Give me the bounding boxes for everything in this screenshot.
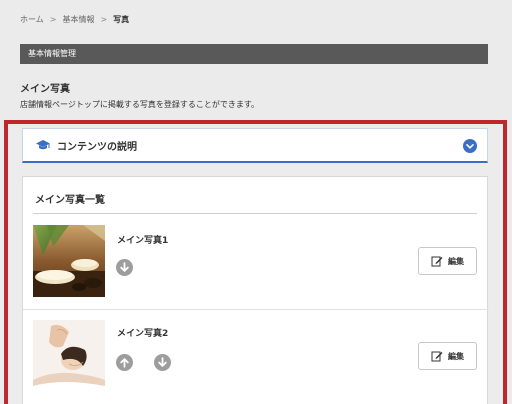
- photo-thumbnail: [33, 320, 105, 392]
- edit-icon: [431, 256, 443, 267]
- photo-row: メイン写真1 編集: [23, 219, 489, 311]
- breadcrumb-basic-info[interactable]: 基本情報: [62, 15, 94, 24]
- photo-row: メイン写真2 編集: [23, 309, 489, 401]
- breadcrumb-current: 写真: [113, 15, 130, 24]
- photo-name: メイン写真2: [117, 329, 169, 339]
- photo-list-panel: メイン写真一覧 メイン写真1 編集 メイン写真2 編集: [22, 176, 489, 404]
- chevron-down-icon[interactable]: [463, 139, 477, 153]
- breadcrumb-separator: >: [100, 15, 108, 24]
- graduation-cap-icon: [36, 140, 50, 150]
- accordion-label: コンテンツの説明: [57, 141, 137, 153]
- edit-button-label: 編集: [448, 351, 464, 361]
- breadcrumb-separator: >: [49, 15, 57, 24]
- edit-button-label: 編集: [448, 256, 464, 266]
- move-up-button[interactable]: [116, 354, 133, 371]
- edit-button[interactable]: 編集: [418, 247, 477, 275]
- content-description-accordion[interactable]: コンテンツの説明: [22, 128, 488, 163]
- move-down-button[interactable]: [116, 259, 133, 276]
- photo-list-title: メイン写真一覧: [35, 195, 105, 206]
- breadcrumb: ホーム > 基本情報 > 写真: [20, 14, 129, 25]
- photo-name: メイン写真1: [117, 236, 169, 246]
- arrow-up-icon: [120, 358, 129, 368]
- photo-thumbnail: [33, 225, 105, 297]
- arrow-down-icon: [120, 262, 129, 272]
- edit-button[interactable]: 編集: [418, 342, 477, 370]
- edit-icon: [431, 351, 443, 362]
- section-header: 基本情報管理: [20, 44, 488, 64]
- divider: [33, 213, 477, 214]
- move-down-button[interactable]: [154, 354, 171, 371]
- arrow-down-icon: [158, 357, 167, 367]
- page-description: 店舗情報ページトップに掲載する写真を登録することができます。: [20, 100, 260, 109]
- page-title: メイン写真: [20, 84, 70, 95]
- breadcrumb-home[interactable]: ホーム: [20, 15, 44, 24]
